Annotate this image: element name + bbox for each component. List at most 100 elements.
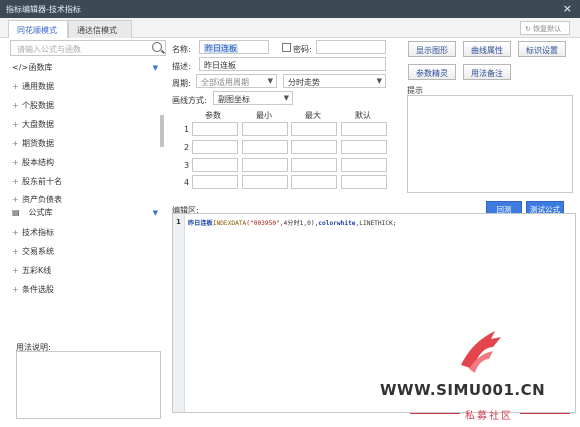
plus-icon[interactable]: + [12, 82, 22, 91]
name-input[interactable]: 昨日连板 [199, 40, 269, 54]
param-cell[interactable] [192, 175, 238, 189]
restore-default-button[interactable]: ↻ 恢复默认 [520, 21, 570, 35]
max-cell[interactable] [291, 122, 337, 136]
desc-value: 昨日连板 [204, 61, 236, 70]
draw-value: 副图坐标 [218, 95, 250, 104]
default-cell[interactable] [341, 122, 387, 136]
tree-item-capital[interactable]: + 股本结构 [12, 157, 54, 171]
scrollbar[interactable] [160, 115, 164, 147]
period-select[interactable]: 全部适用周期 ▼ [196, 74, 277, 88]
password-input[interactable] [316, 40, 386, 54]
desc-input[interactable]: 昨日连板 [199, 57, 386, 71]
tree-label: 技术指标 [22, 228, 54, 237]
watermark: WWW.SIMU001.CN 私募社区 [360, 325, 580, 427]
plus-icon[interactable]: + [12, 177, 22, 186]
plus-icon[interactable]: + [12, 101, 22, 110]
max-cell[interactable] [291, 140, 337, 154]
tab-tdx-mode[interactable]: 通达信模式 [68, 20, 132, 38]
max-cell[interactable] [291, 175, 337, 189]
tree-item-holders[interactable]: + 股东前十名 [12, 176, 62, 190]
tree-item-select[interactable]: + 条件选股 [12, 284, 54, 298]
default-cell[interactable] [341, 140, 387, 154]
plus-icon[interactable]: + [12, 228, 22, 237]
tree-label: 交易系统 [22, 247, 54, 256]
tree-label: 公式库 [28, 208, 53, 217]
usage-textarea[interactable] [16, 351, 161, 419]
code-line: 昨日连板INDEXDATA("003950",4分时1,0),colorwhit… [188, 218, 397, 227]
search-icon[interactable] [152, 42, 162, 52]
row-number: 3 [184, 161, 190, 170]
tree-label: 个股数据 [22, 101, 54, 110]
plus-icon[interactable]: + [12, 120, 22, 129]
hint-box [407, 95, 573, 193]
plus-icon[interactable]: + [12, 247, 22, 256]
code-name: 昨日连板 [188, 220, 213, 227]
max-header: 最大 [305, 111, 321, 120]
folder-icon: ▤ [12, 208, 20, 217]
mark-setting-button[interactable]: 标识设置 [518, 41, 566, 57]
param-cell[interactable] [192, 140, 238, 154]
tree-item-futures[interactable]: + 期货数据 [12, 138, 54, 152]
trend-value: 分时走势 [288, 78, 320, 87]
expand-arrow-icon[interactable]: ▼ [153, 209, 158, 217]
row-number: 2 [184, 143, 190, 152]
watermark-subtext: 私募社区 [465, 411, 513, 422]
tree-item-kline[interactable]: + 五彩K线 [12, 265, 51, 279]
plus-icon[interactable]: + [12, 285, 22, 294]
tree-label: 期货数据 [22, 139, 54, 148]
param-cell[interactable] [192, 158, 238, 172]
tree-label: 五彩K线 [22, 266, 52, 275]
default-cell[interactable] [341, 158, 387, 172]
tree-item-general[interactable]: + 通用数据 [12, 81, 54, 95]
plus-icon[interactable]: + [12, 139, 22, 148]
title-bar: 指标编辑器-技术指标 × [0, 0, 580, 18]
trend-select[interactable]: 分时走势 ▼ [283, 74, 386, 88]
tree-item-trade[interactable]: + 交易系统 [12, 246, 54, 260]
min-cell[interactable] [242, 122, 288, 136]
row-number: 4 [184, 178, 190, 187]
desc-label: 描述: [172, 62, 191, 71]
param-tune-button[interactable]: 参数精灵 [408, 64, 456, 80]
watermark-text: WWW.SIMU001.CN [380, 381, 546, 399]
min-cell[interactable] [242, 158, 288, 172]
mode-tab-bar: 同花顺模式 通达信模式 ↻ 恢复默认 [0, 18, 580, 38]
min-header: 最小 [256, 111, 272, 120]
plus-icon[interactable]: + [12, 266, 22, 275]
min-cell[interactable] [242, 175, 288, 189]
password-checkbox[interactable] [282, 43, 291, 52]
usage-note-button[interactable]: 用法备注 [463, 64, 511, 80]
line-number: 1 [176, 218, 181, 226]
tree-label: 函数库 [28, 63, 53, 72]
param-cell[interactable] [192, 122, 238, 136]
tree-formula-lib[interactable]: ▤ 公式库 [12, 207, 53, 221]
default-header: 默认 [355, 111, 371, 120]
default-cell[interactable] [341, 175, 387, 189]
curve-attr-button[interactable]: 曲线属性 [463, 41, 511, 57]
plus-icon[interactable]: + [12, 195, 22, 204]
tree-label: 资产负债表 [22, 195, 62, 204]
tree-label: 股东前十名 [22, 177, 62, 186]
chevron-down-icon: ▼ [376, 77, 382, 85]
expand-arrow-icon[interactable]: ▼ [153, 64, 158, 72]
tree-label: 股本结构 [22, 158, 54, 167]
tree-item-stock[interactable]: + 个股数据 [12, 100, 54, 114]
tree-label: 大盘数据 [22, 120, 54, 129]
tree-item-balance[interactable]: + 资产负债表 [12, 194, 62, 208]
draw-label: 画线方式: [172, 96, 207, 105]
tree-item-index[interactable]: + 大盘数据 [12, 119, 54, 133]
code-func: INDEXDATA [212, 220, 247, 227]
code-arg1: ("003950", [246, 220, 284, 227]
plus-icon[interactable]: + [12, 158, 22, 167]
close-icon[interactable]: × [563, 2, 572, 15]
show-graph-button[interactable]: 显示图形 [408, 41, 456, 57]
tree-function-lib[interactable]: </> 函数库 [12, 62, 53, 76]
draw-select[interactable]: 副图坐标 ▼ [213, 91, 293, 105]
code-tick: LINETHICK; [359, 220, 397, 227]
min-cell[interactable] [242, 140, 288, 154]
search-input[interactable]: 请输入公式与函数 [10, 40, 166, 56]
period-label: 周期: [172, 79, 191, 88]
max-cell[interactable] [291, 158, 337, 172]
name-label: 名称: [172, 45, 191, 54]
tab-ths-mode[interactable]: 同花顺模式 [8, 20, 68, 38]
tree-item-tech[interactable]: + 技术指标 [12, 227, 54, 241]
